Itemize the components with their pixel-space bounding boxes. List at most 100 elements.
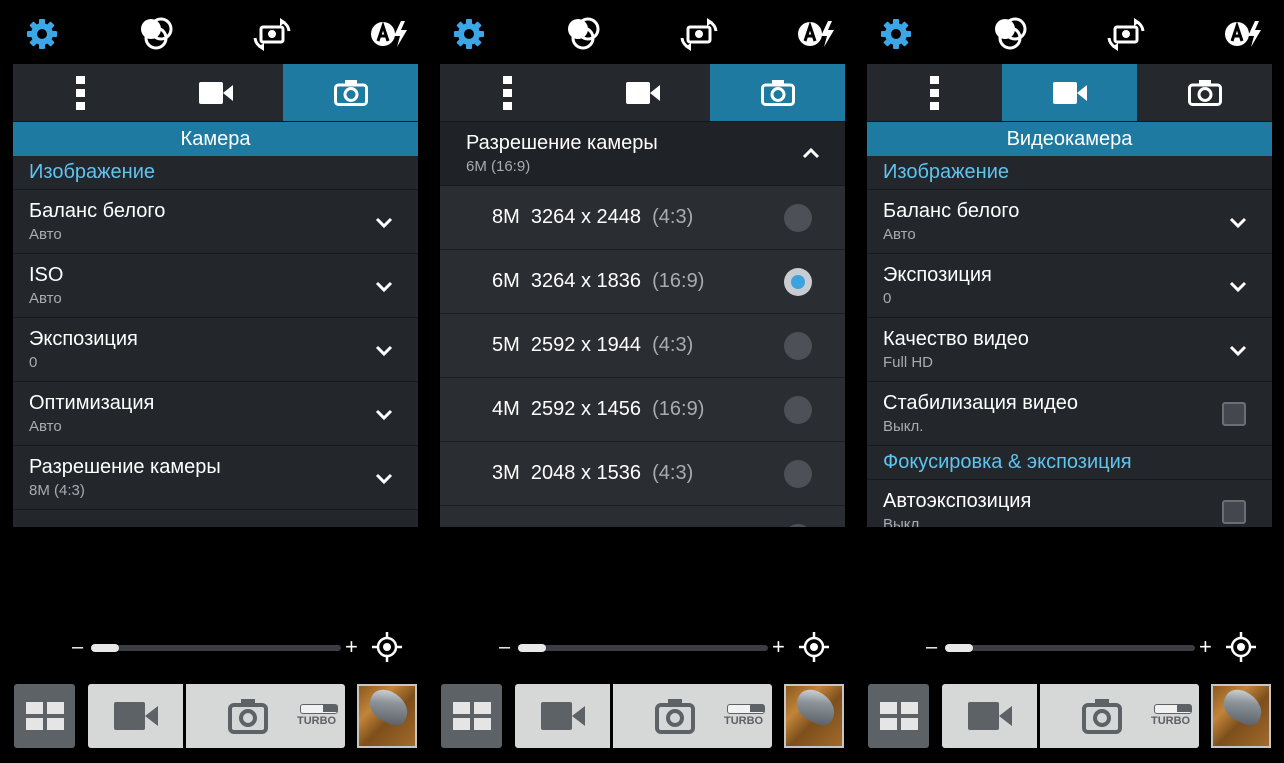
setting-video-stabilization[interactable]: Стабилизация видео Выкл. [867,382,1272,446]
auto-flash-icon[interactable] [797,14,837,54]
zoom-out-button[interactable]: – [499,636,510,659]
setting-white-balance[interactable]: Баланс белого Авто [13,190,418,254]
last-photo-thumbnail[interactable] [1211,684,1271,748]
mode-grid-button[interactable] [441,684,502,748]
resolution-option[interactable]: 3M 2048 x 1536 (4:3) [440,442,845,506]
mode-grid-button[interactable] [14,684,75,748]
tab-general[interactable] [867,64,1002,121]
radio-button[interactable] [784,396,812,424]
auto-flash-icon[interactable] [370,14,410,54]
switch-camera-icon[interactable] [679,14,719,54]
setting-iso[interactable]: ISO Авто [13,254,418,318]
radio-button[interactable] [784,460,812,488]
tab-video[interactable] [575,64,710,121]
zoom-control: – + [854,628,1278,668]
auto-flash-icon[interactable] [1224,14,1264,54]
zoom-control: – + [427,628,851,668]
tab-video[interactable] [148,64,283,121]
auto-exposure-checkbox[interactable] [1222,500,1246,524]
zoom-slider[interactable] [91,644,341,652]
stabilization-checkbox[interactable] [1222,402,1246,426]
tab-general[interactable] [440,64,575,121]
zoom-slider[interactable] [945,644,1195,652]
setting-title: Стабилизация видео [883,392,1078,414]
radio-button[interactable] [784,524,812,527]
zoom-in-button[interactable]: + [345,634,358,660]
focus-target-icon[interactable] [372,632,402,662]
shutter-camera-icon[interactable] [1082,698,1122,734]
turbo-toggle[interactable]: TURBO [724,704,768,728]
radio-button-selected[interactable] [784,268,812,296]
resolution-option[interactable]: 6M 3264 x 1836 (16:9) [440,250,845,314]
tab-camera[interactable] [710,64,845,121]
zoom-out-button[interactable]: – [926,636,937,659]
setting-exposure[interactable]: Экспозиция 0 [867,254,1272,318]
tab-camera[interactable] [283,64,418,121]
setting-optimization[interactable]: Оптимизация Авто [13,382,418,446]
settings-icon[interactable] [22,14,62,54]
setting-white-balance[interactable]: Баланс белого Авто [867,190,1272,254]
zoom-in-button[interactable]: + [1199,634,1212,660]
color-effects-icon[interactable] [563,14,603,54]
resolution-label: 4M 2592 x 1456 [492,398,641,420]
panel-header: Видеокамера [867,122,1272,156]
setting-value: Full HD [883,354,934,371]
turbo-switch [1154,704,1192,714]
zoom-slider[interactable] [518,644,768,652]
turbo-toggle[interactable]: TURBO [297,704,341,728]
more-icon [502,75,512,110]
setting-exposure[interactable]: Экспозиция 0 [13,318,418,382]
chevron-down-icon [1229,345,1247,357]
video-camera-icon [967,702,1012,730]
resolution-expanded-header[interactable]: Разрешение камеры 6M (16:9) [440,122,845,186]
last-photo-thumbnail[interactable] [784,684,844,748]
setting-value: 0 [29,354,38,371]
chevron-down-icon [375,473,393,485]
video-camera-icon [625,81,660,104]
resolution-option[interactable]: 8M 3264 x 2448 (4:3) [440,186,845,250]
settings-icon[interactable] [449,14,489,54]
capture-bar: TURBO [515,684,772,748]
setting-title: Баланс белого [29,200,166,222]
record-video-button[interactable] [942,684,1040,748]
resolution-label: 5M 2592 x 1944 [492,334,641,356]
zoom-in-button[interactable]: + [772,634,785,660]
turbo-toggle[interactable]: TURBO [1151,704,1195,728]
settings-icon[interactable] [876,14,916,54]
zoom-slider-fill [91,644,119,652]
focus-target-icon[interactable] [1226,632,1256,662]
switch-camera-icon[interactable] [1106,14,1146,54]
tab-camera[interactable] [1137,64,1272,121]
color-effects-icon[interactable] [136,14,176,54]
mode-grid-button[interactable] [868,684,929,748]
setting-title: Автоэкспозиция [883,490,1032,512]
setting-title: Экспозиция [29,328,138,350]
shutter-camera-icon[interactable] [655,698,695,734]
record-video-button[interactable] [88,684,186,748]
aspect-ratio: (4:3) [652,462,694,484]
setting-resolution[interactable]: Разрешение камеры 8M (4:3) [13,446,418,510]
settings-tabs [13,64,418,122]
resolution-option[interactable]: 4M 2592 x 1456 (16:9) [440,378,845,442]
radio-button[interactable] [784,204,812,232]
setting-video-quality[interactable]: Качество видео Full HD [867,318,1272,382]
setting-auto-exposure[interactable]: Автоэкспозиция Выкл. [867,480,1272,527]
shutter-camera-icon[interactable] [228,698,268,734]
tab-video[interactable] [1002,64,1137,121]
camera-icon [333,79,368,106]
record-video-button[interactable] [515,684,613,748]
settings-panel: Разрешение камеры 6M (16:9) 8M 3264 x 24… [440,64,845,527]
video-camera-icon [1052,81,1087,104]
zoom-out-button[interactable]: – [72,636,83,659]
resolution-option-partial[interactable] [440,506,845,527]
focus-target-icon[interactable] [799,632,829,662]
switch-camera-icon[interactable] [252,14,292,54]
last-photo-thumbnail[interactable] [357,684,417,748]
aspect-ratio: (16:9) [652,398,705,420]
resolution-option[interactable]: 5M 2592 x 1944 (4:3) [440,314,845,378]
aspect-ratio: (16:9) [652,270,705,292]
turbo-switch [300,704,338,714]
radio-button[interactable] [784,332,812,360]
tab-general[interactable] [13,64,148,121]
color-effects-icon[interactable] [990,14,1030,54]
